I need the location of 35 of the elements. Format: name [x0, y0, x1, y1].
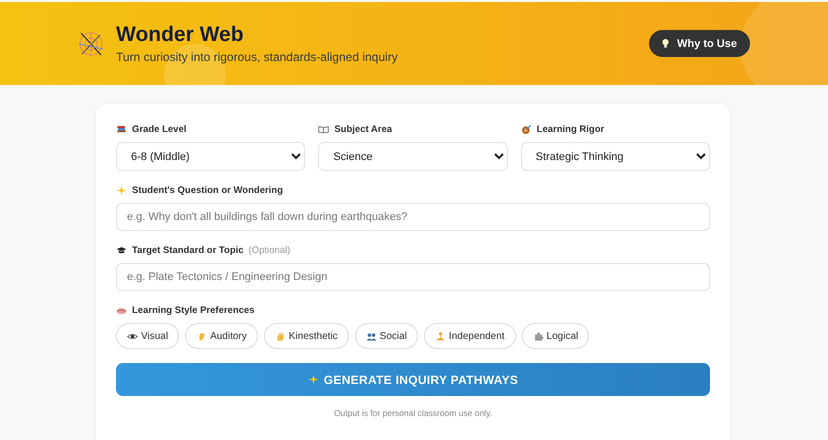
app-subtitle: Turn curiosity into rigorous, standards-aligned inquiry	[116, 50, 398, 64]
optional-note: (Optional)	[248, 245, 290, 256]
light-bulb-icon	[660, 38, 672, 49]
open-book-icon	[318, 124, 330, 135]
dropdown[interactable]: Strategic Thinking	[520, 142, 710, 171]
app-title: Wonder Web	[116, 23, 245, 47]
learning-style-toggle[interactable]: Visual	[116, 323, 180, 349]
learning-style-toggle[interactable]: Social	[354, 323, 418, 349]
why-to-use-button[interactable]: Why to Use	[649, 30, 750, 57]
disclaimer-text: Output is for personal classroom use only.	[332, 408, 494, 418]
puzzle-piece-icon	[532, 330, 544, 342]
meditating-person-icon	[434, 330, 446, 342]
sparkle-icon	[116, 185, 127, 196]
field-label: Learning Rigor	[536, 124, 604, 135]
dropdown[interactable]: Science	[318, 142, 508, 171]
learning-style-toggle[interactable]: Auditory	[185, 323, 258, 349]
field-label: Subject Area	[334, 124, 392, 135]
learning-style-toggle[interactable]: Logical	[522, 323, 590, 349]
field-label: Grade Level	[132, 124, 186, 135]
learning-style-toggle[interactable]: Independent	[424, 323, 516, 349]
people-icon	[366, 330, 377, 342]
field-label: Target Standard or Topic	[132, 245, 244, 256]
generate-button[interactable]: GENERATE INQUIRY PATHWAYS	[116, 363, 710, 396]
learning-style-toggle[interactable]: Kinesthetic	[264, 323, 349, 349]
hand-icon	[274, 330, 286, 342]
target-icon	[520, 124, 532, 135]
field-label: Learning Style Preferences	[132, 305, 254, 316]
graduation-cap-icon	[116, 245, 127, 256]
books-icon	[116, 124, 127, 135]
sparkle-icon	[308, 374, 319, 385]
brain-icon	[116, 305, 127, 316]
dropdown[interactable]: 6-8 (Middle)	[116, 142, 306, 171]
question-input[interactable]: e.g. Why don't all buildings fall down during earthquakes?	[116, 203, 710, 231]
field-label: Student's Question or Wondering	[132, 185, 283, 196]
topic-input[interactable]: e.g. Plate Tectonics / Engineering Design	[116, 263, 710, 291]
